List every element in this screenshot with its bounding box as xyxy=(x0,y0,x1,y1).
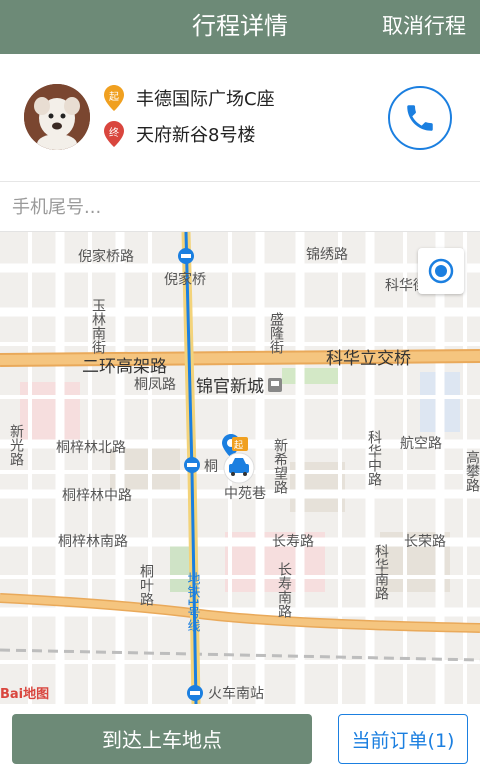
end-pin-icon: 终 xyxy=(104,121,124,147)
map-label: 科华立交桥 xyxy=(326,349,411,369)
map-label: 地铁1号线 xyxy=(185,572,201,633)
map-label: 桐凤路 xyxy=(134,377,176,393)
call-button[interactable] xyxy=(388,86,452,150)
avatar xyxy=(24,84,90,150)
map-label: 长寿路 xyxy=(272,533,314,550)
map-label: 长寿南路 xyxy=(276,562,292,618)
car-icon xyxy=(223,452,255,484)
map-label: 科华中路 xyxy=(366,430,382,486)
map-label: 火车南站 xyxy=(208,685,264,702)
map-label: 桐梓林北路 xyxy=(56,440,126,456)
start-address: 丰德国际广场C座 xyxy=(136,89,275,110)
current-order-button[interactable]: 当前订单(1) xyxy=(338,714,468,764)
map-label: 盛隆街 xyxy=(268,312,284,354)
baidu-logo: Bai地图 xyxy=(0,686,49,702)
phone-icon xyxy=(407,105,433,131)
start-location-row: 起 丰德国际广场C座 xyxy=(104,84,275,112)
map-label: 桐叶路 xyxy=(138,564,154,606)
map-label: 高攀路 xyxy=(464,449,480,492)
map-label: 倪家桥 xyxy=(164,271,206,288)
map-view[interactable]: 倪家桥路 倪家桥 锦绣路 科华街 玉林南街 盛隆街 二环高架路 科华立交桥 桐凤… xyxy=(0,232,480,704)
map-canvas: 倪家桥路 倪家桥 锦绣路 科华街 玉林南街 盛隆街 二环高架路 科华立交桥 桐凤… xyxy=(0,232,480,704)
end-pin-label: 终 xyxy=(109,128,119,139)
map-start-pin-label: 起 xyxy=(234,440,243,451)
map-label: 桐梓林中路 xyxy=(62,488,132,504)
arrive-pickup-button[interactable]: 到达上车地点 xyxy=(12,714,312,764)
phone-tail-input[interactable] xyxy=(12,182,472,232)
start-pin-icon: 起 xyxy=(104,85,124,111)
map-label: 新光路 xyxy=(8,424,24,466)
map-label: 科华南路 xyxy=(373,544,389,600)
end-location-row: 终 天府新谷8号楼 xyxy=(104,120,255,148)
poi-icon xyxy=(268,378,282,392)
map-label: 倪家桥路 xyxy=(78,248,134,265)
map-label: 航空路 xyxy=(400,436,442,452)
trip-info-panel: 起 丰德国际广场C座 终 天府新谷8号楼 xyxy=(0,54,480,182)
svg-text:Bai地图: Bai地图 xyxy=(0,686,49,702)
start-pin-label: 起 xyxy=(109,92,119,103)
phone-tail-row xyxy=(0,182,480,232)
bottom-action-bar: 到达上车地点 当前订单(1) xyxy=(0,704,480,764)
end-address: 天府新谷8号楼 xyxy=(136,125,256,146)
map-label: 桐 xyxy=(204,459,218,475)
cancel-trip-button[interactable]: 取消行程 xyxy=(382,0,466,54)
map-label: 二环高架路 xyxy=(82,357,167,377)
map-label: 玉林南街 xyxy=(90,298,106,354)
app-header: 行程详情 取消行程 xyxy=(0,0,480,54)
map-label: 中苑巷 xyxy=(224,486,266,502)
map-label: 锦官新城 xyxy=(196,377,264,397)
map-label: 桐梓林南路 xyxy=(58,534,128,550)
map-label: 长荣路 xyxy=(404,534,446,550)
map-label: 新希望路 xyxy=(272,438,288,494)
map-label: 锦绣路 xyxy=(306,246,348,263)
locate-icon xyxy=(428,258,454,284)
locate-me-button[interactable] xyxy=(418,248,464,294)
